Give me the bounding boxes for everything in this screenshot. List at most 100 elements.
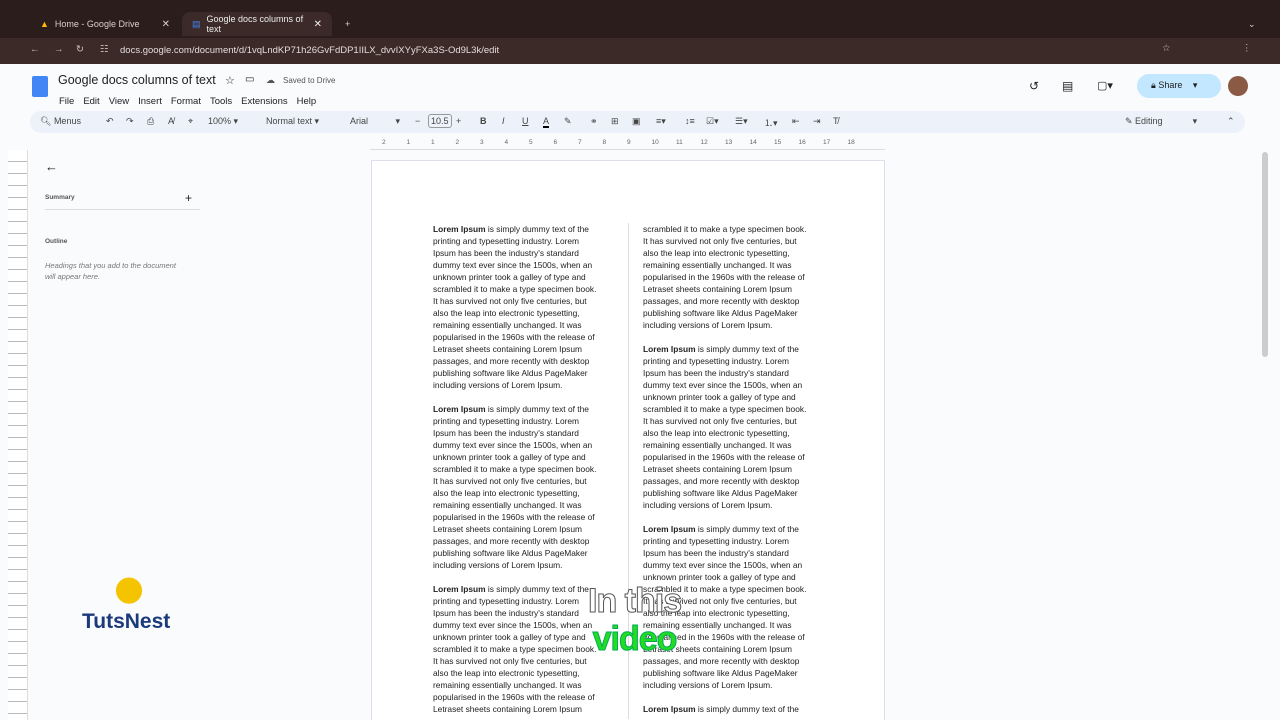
highlight-icon[interactable]: ✎ bbox=[564, 116, 572, 127]
decrease-indent-icon[interactable]: ⇤ bbox=[792, 116, 800, 127]
comment-add-icon[interactable]: ⊞ bbox=[611, 116, 619, 127]
text-line: Ipsum has been the industry's standard bbox=[643, 368, 789, 378]
text-line: also the leap into electronic typesettin… bbox=[433, 488, 580, 498]
menu-insert[interactable]: Insert bbox=[138, 96, 162, 107]
menu-tools[interactable]: Tools bbox=[210, 96, 232, 107]
text-line: Lorem Ipsum is simply dummy text of the bbox=[433, 404, 589, 414]
text-line: publishing software like Aldus PageMaker bbox=[643, 308, 798, 318]
comments-icon[interactable]: ▤ bbox=[1062, 79, 1073, 93]
tutsnest-logo: TutsNest bbox=[82, 610, 171, 633]
menus-search[interactable]: 🔍︎ Menus bbox=[40, 116, 81, 127]
close-tab-icon[interactable]: ✕ bbox=[314, 19, 322, 30]
horizontal-ruler[interactable]: 2 1 1 2 3 4 5 6 7 8 9 10 11 12 13 14 15 16 17 18 bbox=[370, 138, 885, 150]
editing-mode-select[interactable]: ✎ Editing ▾ bbox=[1125, 116, 1197, 127]
vertical-ruler[interactable] bbox=[8, 150, 28, 720]
style-select[interactable]: Normal text ▾ bbox=[266, 116, 319, 127]
tab-google-drive[interactable]: ▲ Home - Google Drive ✕ bbox=[30, 12, 180, 36]
text-line: popularised in the 1960s with the releas… bbox=[433, 332, 595, 342]
back-arrow-icon[interactable]: ← bbox=[45, 159, 58, 174]
paragraph[interactable]: Lorem Ipsum is simply dummy text of the p… bbox=[433, 403, 618, 571]
url-input[interactable]: docs.google.com/document/d/1vqLndKP71h26… bbox=[120, 45, 499, 56]
spellcheck-icon[interactable]: A̸ bbox=[168, 116, 174, 126]
checklist-icon[interactable]: ☑▾ bbox=[706, 116, 719, 127]
docs-logo-icon[interactable] bbox=[32, 76, 48, 97]
paragraph[interactable]: Lorem Ipsum is simply dummy text of the p… bbox=[643, 343, 828, 511]
numbered-list-icon[interactable]: ⒈▾ bbox=[764, 116, 778, 129]
paint-format-icon[interactable]: ⌖ bbox=[188, 116, 193, 127]
menu-extensions[interactable]: Extensions bbox=[241, 96, 287, 107]
menu-format[interactable]: Format bbox=[171, 96, 201, 107]
forward-icon[interactable]: → bbox=[54, 44, 64, 55]
print-icon[interactable]: ⎙ bbox=[147, 116, 154, 127]
line-spacing-icon[interactable]: ↕≡ bbox=[685, 116, 695, 126]
site-info-icon[interactable]: ☷ bbox=[100, 44, 109, 55]
text-line: remaining essentially unchanged. It was bbox=[433, 320, 582, 330]
image-icon[interactable]: ▣ bbox=[632, 116, 641, 127]
text-line: including versions of Lorem Ipsum. bbox=[433, 380, 563, 390]
browser-menu-icon[interactable]: ⋮ bbox=[1242, 43, 1252, 54]
ruler-tick-label: 3 bbox=[480, 139, 484, 146]
menu-view[interactable]: View bbox=[109, 96, 129, 107]
scrollbar-thumb[interactable] bbox=[1262, 152, 1268, 357]
zoom-select[interactable]: 100% ▾ bbox=[208, 116, 238, 127]
new-tab-button[interactable]: + bbox=[335, 12, 360, 36]
ruler-tick-label: 10 bbox=[651, 139, 659, 146]
link-icon[interactable]: ⚭ bbox=[590, 116, 598, 127]
text-line: dummy text ever since the 1500s, when an bbox=[433, 440, 593, 450]
text-color-icon[interactable]: A bbox=[543, 116, 550, 128]
increase-indent-icon[interactable]: ⇥ bbox=[813, 116, 821, 127]
paragraph[interactable]: Lorem Ipsum is simply dummy text of the bbox=[643, 703, 828, 715]
paragraph[interactable]: Lorem Ipsum is simply dummy text of the p… bbox=[433, 223, 618, 391]
bookmark-star-icon[interactable]: ☆ bbox=[1162, 43, 1171, 54]
bullet-list-icon[interactable]: ☰▾ bbox=[735, 116, 748, 127]
menu-help[interactable]: Help bbox=[297, 96, 317, 107]
text-line: remaining essentially unchanged. It was bbox=[433, 500, 582, 510]
document-title[interactable]: Google docs columns of text bbox=[58, 73, 216, 87]
increase-font-size-button[interactable]: + bbox=[456, 116, 461, 126]
text-line: printing and typesetting industry. Lorem bbox=[643, 536, 790, 546]
ruler-tick-label: 11 bbox=[676, 139, 683, 146]
move-folder-icon[interactable]: ▭ bbox=[245, 74, 254, 85]
text-line: Lorem Ipsum is simply dummy text of the bbox=[643, 704, 799, 714]
paragraph[interactable]: scrambled it to make a type specimen boo… bbox=[643, 223, 828, 331]
text-line: unknown printer took a galley of type an… bbox=[643, 392, 796, 402]
outline-heading: Outline bbox=[45, 238, 68, 245]
bold-icon[interactable]: B bbox=[480, 116, 487, 126]
font-size-input[interactable]: 10.5 bbox=[428, 114, 452, 128]
share-button[interactable]: 🔒︎ Share ▾ bbox=[1137, 74, 1221, 98]
back-icon[interactable]: ← bbox=[30, 44, 40, 55]
close-tab-icon[interactable]: ✕ bbox=[162, 19, 170, 30]
meet-icon[interactable]: ▢▾ bbox=[1097, 79, 1113, 92]
version-history-icon[interactable]: ↺ bbox=[1029, 79, 1039, 93]
ruler-tick-label: 17 bbox=[823, 139, 831, 146]
avatar[interactable] bbox=[1228, 76, 1248, 96]
star-icon[interactable]: ☆ bbox=[225, 74, 235, 87]
tab-google-docs[interactable]: ▤ Google docs columns of text ✕ bbox=[182, 12, 332, 36]
text-line: Letraset sheets containing Lorem Ipsum bbox=[433, 344, 582, 354]
clear-formatting-icon[interactable]: T̸ bbox=[833, 116, 839, 126]
text-line: Letraset sheets containing Lorem Ipsum bbox=[643, 464, 792, 474]
align-icon[interactable]: ≡▾ bbox=[656, 116, 666, 127]
tutsnest-logo-icon bbox=[115, 562, 143, 606]
ruler-tick-label: 15 bbox=[774, 139, 782, 146]
undo-icon[interactable]: ↶ bbox=[106, 116, 114, 127]
italic-icon[interactable]: I bbox=[502, 116, 505, 126]
redo-icon[interactable]: ↷ bbox=[126, 116, 134, 127]
ruler-tick-label: 2 bbox=[455, 139, 460, 146]
text-line: passages, and more recently with desktop bbox=[433, 356, 590, 366]
text-line: It has survived not only five centuries,… bbox=[643, 416, 797, 426]
ruler-tick-label: 9 bbox=[627, 139, 631, 146]
text-line: also the leap into electronic typesettin… bbox=[433, 668, 580, 678]
add-summary-icon[interactable]: + bbox=[185, 191, 192, 205]
reload-icon[interactable]: ↻ bbox=[76, 44, 84, 55]
menu-edit[interactable]: Edit bbox=[83, 96, 99, 107]
decrease-font-size-button[interactable]: − bbox=[415, 116, 420, 126]
tab-list-icon[interactable]: ⌄ bbox=[1238, 12, 1266, 36]
ruler-tick-label: 13 bbox=[725, 139, 733, 146]
menu-file[interactable]: File bbox=[59, 96, 74, 107]
text-line: dummy text ever since the 1500s, when an bbox=[643, 560, 803, 570]
underline-icon[interactable]: U bbox=[522, 116, 529, 126]
summary-heading: Summary bbox=[45, 194, 75, 201]
collapse-toolbar-icon[interactable]: ⌃ bbox=[1227, 116, 1235, 127]
font-select[interactable]: Arial ▾ bbox=[350, 116, 400, 127]
